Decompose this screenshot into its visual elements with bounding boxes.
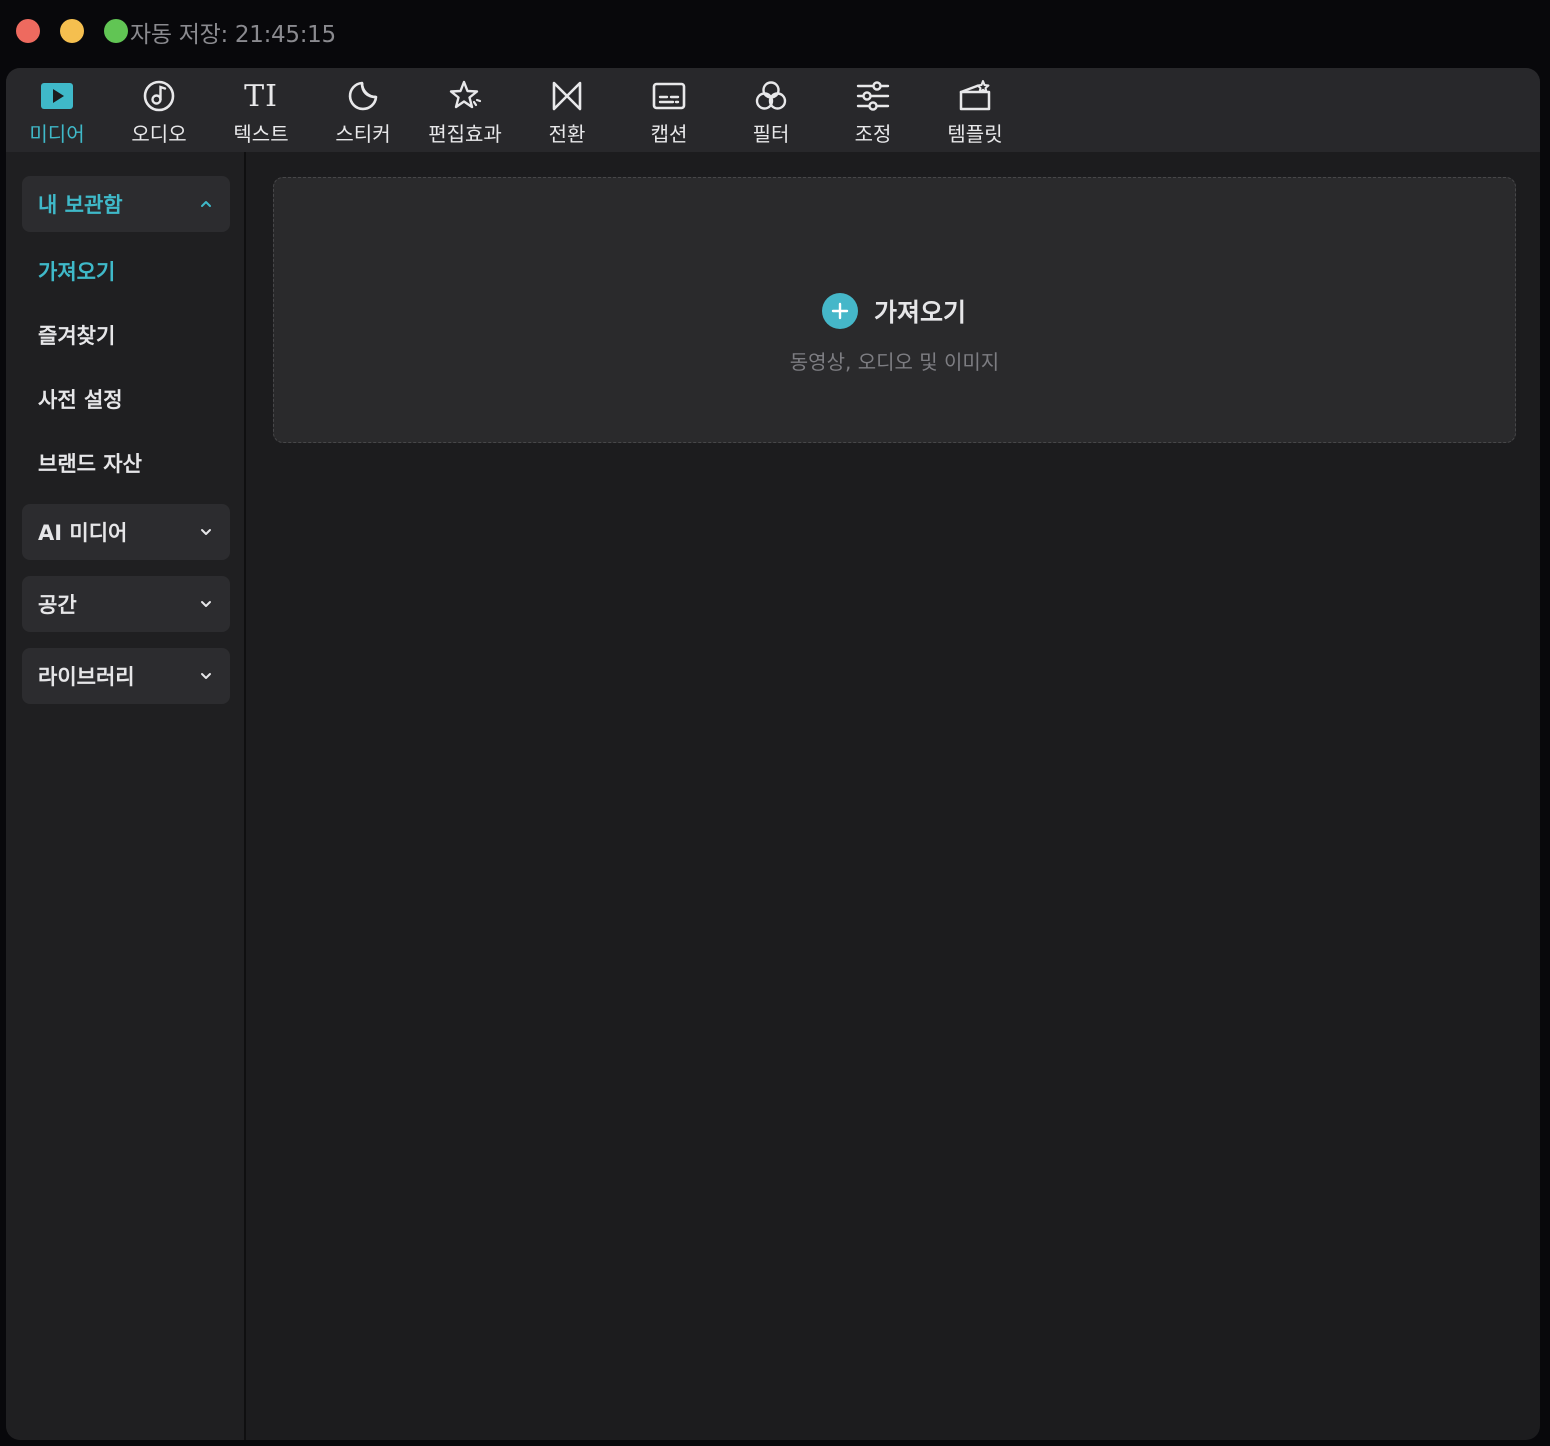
my-library-label: 내 보관함 — [38, 193, 123, 217]
autosave-status: 자동 저장: 21:45:15 — [130, 22, 336, 48]
tab-templates-label: 템플릿 — [947, 122, 1003, 146]
tab-sticker-label: 스티커 — [335, 122, 391, 146]
tab-filters[interactable]: 필터 — [720, 76, 822, 148]
chevron-down-icon — [201, 601, 211, 607]
close-window-button[interactable] — [16, 19, 40, 43]
ai-media-label: AI 미디어 — [38, 521, 128, 545]
minimize-window-button[interactable] — [60, 19, 84, 43]
tab-filters-label: 필터 — [752, 122, 790, 146]
tab-transition[interactable]: 전환 — [516, 76, 618, 148]
media-play-icon — [37, 76, 77, 116]
import-button[interactable]: 가져오기 — [822, 293, 966, 329]
import-subtitle: 동영상, 오디오 및 이미지 — [789, 350, 1000, 374]
import-dropzone[interactable]: 가져오기 동영상, 오디오 및 이미지 — [273, 177, 1516, 443]
chevron-down-icon — [201, 673, 211, 679]
text-ti-glyph: TI — [244, 78, 278, 114]
tab-effects[interactable]: 편집효과 — [414, 76, 516, 148]
tab-captions-label: 캡션 — [650, 122, 688, 146]
tab-audio[interactable]: 오디오 — [108, 76, 210, 148]
tab-captions[interactable]: 캡션 — [618, 76, 720, 148]
chevron-up-icon — [201, 201, 211, 207]
sidebar-item-presets[interactable]: 사전 설정 — [38, 384, 123, 414]
tab-media-label: 미디어 — [29, 122, 85, 146]
sparkle-star-icon — [445, 76, 485, 116]
ai-media-group[interactable]: AI 미디어 — [22, 504, 230, 560]
title-bar: 자동 저장: 21:45:15 — [0, 0, 1550, 64]
tab-audio-label: 오디오 — [131, 122, 187, 146]
tab-text[interactable]: TI 텍스트 — [210, 76, 312, 148]
filter-rings-icon — [751, 76, 791, 116]
tab-sticker[interactable]: 스티커 — [312, 76, 414, 148]
music-note-icon — [139, 76, 179, 116]
library-label: 라이브러리 — [38, 665, 135, 689]
sidebar-item-import[interactable]: 가져오기 — [38, 256, 115, 286]
template-icon — [955, 76, 995, 116]
transition-bowtie-icon — [547, 76, 587, 116]
my-library-group[interactable]: 내 보관함 — [22, 176, 230, 232]
plus-icon — [822, 293, 858, 329]
tab-media[interactable]: 미디어 — [6, 76, 108, 148]
caption-icon — [649, 76, 689, 116]
tab-effects-label: 편집효과 — [428, 122, 502, 146]
sliders-icon — [853, 76, 893, 116]
library-group[interactable]: 라이브러리 — [22, 648, 230, 704]
sidebar-item-brand-assets[interactable]: 브랜드 자산 — [38, 448, 142, 478]
space-group[interactable]: 공간 — [22, 576, 230, 632]
sidebar: 내 보관함 가져오기 즐겨찾기 사전 설정 브랜드 자산 AI 미디어 공간 라… — [6, 152, 246, 1440]
tab-text-label: 텍스트 — [233, 122, 289, 146]
import-title: 가져오기 — [874, 298, 967, 327]
space-label: 공간 — [38, 593, 77, 617]
sticker-icon — [343, 76, 383, 116]
tab-adjust-label: 조정 — [854, 122, 892, 146]
chevron-down-icon — [201, 529, 211, 535]
tab-templates[interactable]: 템플릿 — [924, 76, 1026, 148]
text-ti-icon: TI — [241, 76, 281, 116]
app-window: 미디어 오디오 TI 텍스트 스티커 편집효과 전환 캡션 필터 조정 템플릿 … — [6, 68, 1540, 1440]
sidebar-item-favorites[interactable]: 즐겨찾기 — [38, 320, 115, 350]
zoom-window-button[interactable] — [104, 19, 128, 43]
tab-adjust[interactable]: 조정 — [822, 76, 924, 148]
media-toolbar: 미디어 오디오 TI 텍스트 스티커 편집효과 전환 캡션 필터 조정 템플릿 — [6, 68, 1540, 152]
tab-transition-label: 전환 — [548, 122, 586, 146]
